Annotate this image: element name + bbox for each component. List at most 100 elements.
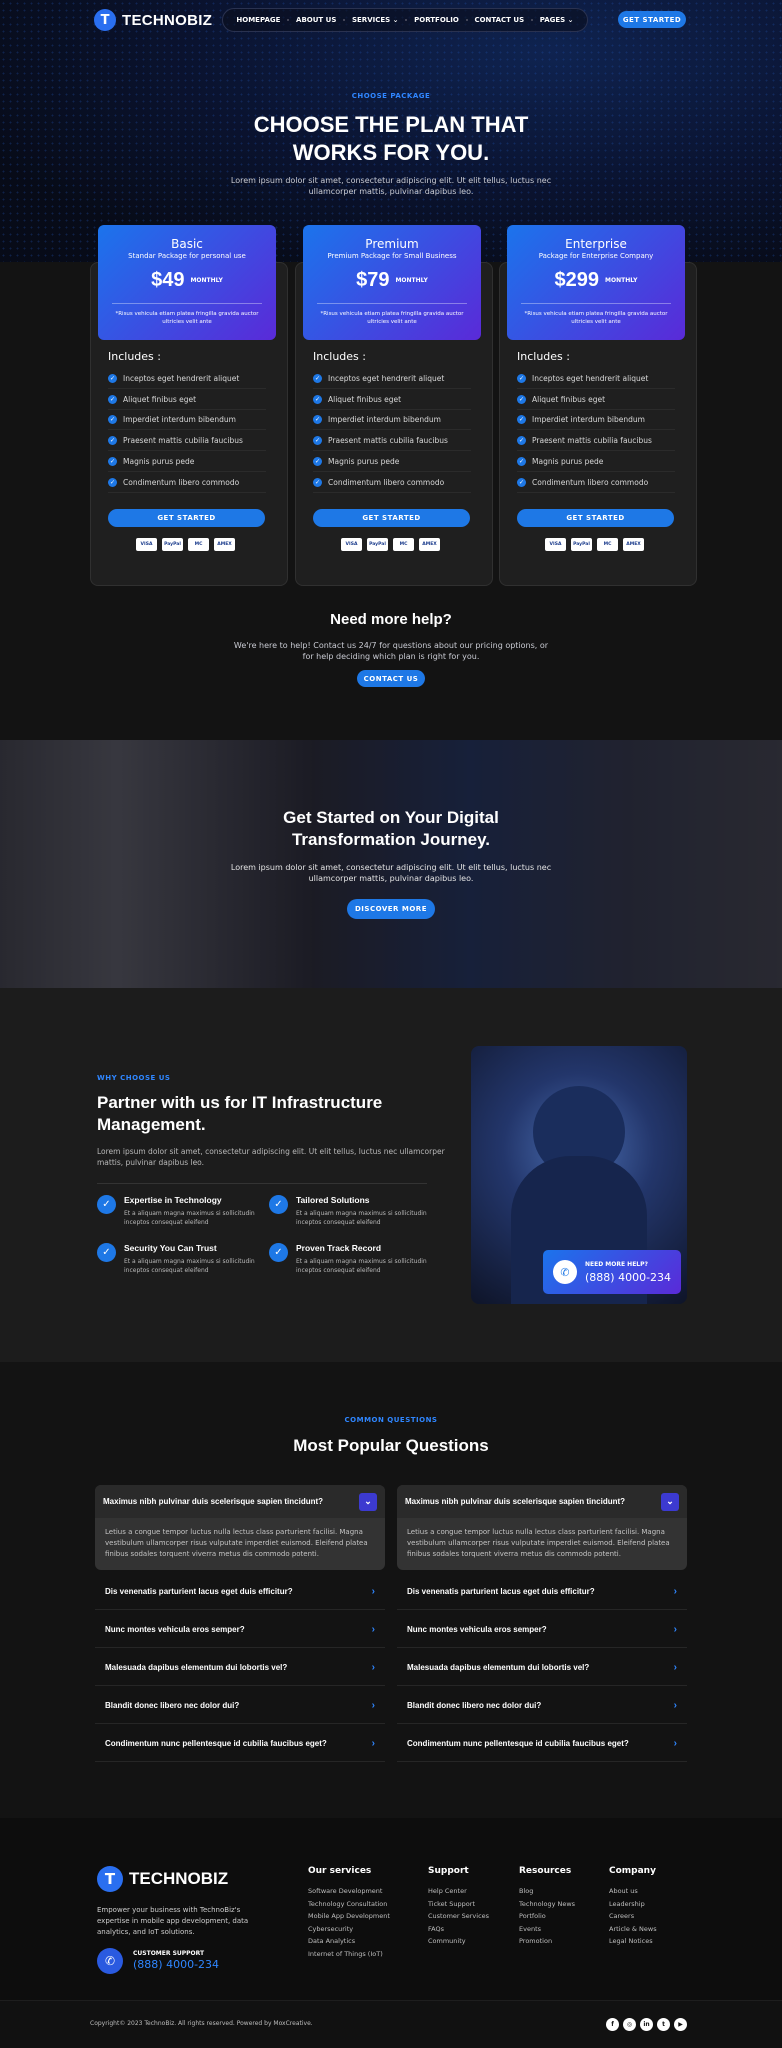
faq-question: Dis venenatis parturient lacus eget duis…: [105, 1586, 293, 1596]
faq-question-text: Maximus nibh pulvinar duis scelerisque s…: [103, 1497, 324, 1506]
footer-link[interactable]: Portfolio: [519, 1912, 546, 1920]
plan-get-started-button[interactable]: GET STARTED: [517, 509, 674, 527]
discover-more-button[interactable]: DISCOVER MORE: [347, 899, 435, 919]
footer-link[interactable]: Community: [428, 1937, 466, 1945]
youtube-icon[interactable]: ▶: [674, 2018, 687, 2031]
chevron-right-icon: ›: [371, 1737, 375, 1749]
faq-answer-line: finibus sodales torquent viverra metus d…: [407, 1550, 621, 1558]
header-get-started-button[interactable]: GET STARTED: [618, 11, 686, 28]
facebook-icon[interactable]: f: [606, 2018, 619, 2031]
nav-about[interactable]: ABOUT US: [296, 16, 336, 24]
footer-link[interactable]: Legal Notices: [609, 1937, 653, 1945]
faq-open-question[interactable]: Maximus nibh pulvinar duis scelerisque s…: [397, 1485, 687, 1518]
faq-item[interactable]: Condimentum nunc pellentesque id cubilia…: [397, 1725, 687, 1762]
feature-label: Magnis purus pede: [532, 456, 604, 466]
feature-label: Praesent mattis cubilia faucibus: [123, 436, 243, 446]
footer-link[interactable]: Leadership: [609, 1900, 645, 1908]
check-icon: ✓: [108, 477, 117, 487]
faq-open-question[interactable]: Maximus nibh pulvinar duis scelerisque s…: [95, 1485, 385, 1518]
faq-item[interactable]: Dis venenatis parturient lacus eget duis…: [95, 1573, 385, 1610]
feature-desc-line2: inceptos consequat eleifend: [296, 1267, 381, 1274]
logo-icon: T: [94, 9, 116, 31]
faq-item[interactable]: Blandit donec libero nec dolor dui? ›: [95, 1687, 385, 1724]
footer-link[interactable]: About us: [609, 1887, 638, 1895]
faq-item[interactable]: Nunc montes vehicula eros semper? ›: [397, 1611, 687, 1648]
feature-item: ✓ Magnis purus pede: [517, 452, 675, 472]
plan-price-value: $49: [151, 269, 185, 291]
footer-about-line2: expertise in mobile app development, dat…: [97, 1917, 249, 1925]
chevron-right-icon: ›: [673, 1699, 677, 1711]
feature-label: Condimentum libero commodo: [123, 477, 240, 487]
footer-link[interactable]: Article & News: [609, 1925, 657, 1933]
copyright: Copyright© 2023 TechnoBiz. All rights re…: [90, 2020, 313, 2027]
faq-question: Nunc montes vehicula eros semper?: [407, 1624, 547, 1634]
footer-link[interactable]: Mobile App Development: [308, 1912, 390, 1920]
feature-desc-line1: Et a aliquam magna maximus si sollicitud…: [124, 1258, 255, 1265]
faq-item[interactable]: Blandit donec libero nec dolor dui? ›: [397, 1687, 687, 1724]
contact-us-button[interactable]: CONTACT US: [357, 670, 425, 687]
chevron-down-icon[interactable]: ⌄: [661, 1492, 679, 1511]
nav-contact[interactable]: CONTACT US: [474, 16, 524, 24]
nav-pages[interactable]: PAGES ⌄: [540, 16, 574, 24]
footer-link[interactable]: Software Development: [308, 1887, 382, 1895]
footer-link[interactable]: Technology Consultation: [308, 1900, 387, 1908]
check-icon: ✓: [313, 477, 322, 487]
payment-icon: MC: [393, 538, 414, 551]
feature-2: ✓ Security You Can Trust Et a aliquam magn…: [97, 1243, 267, 1275]
faq-answer-line: finibus sodales torquent viverra metus d…: [105, 1550, 319, 1558]
twitter-icon[interactable]: t: [657, 2018, 670, 2031]
footer-link[interactable]: Cybersecurity: [308, 1925, 353, 1933]
help-phone-card[interactable]: ✆ NEED MORE HELP? (888) 4000-234: [543, 1250, 681, 1294]
feature-item: ✓ Imperdiet interdum bibendum: [313, 410, 471, 431]
nav-services[interactable]: SERVICES ⌄: [352, 16, 399, 24]
plan-get-started-button[interactable]: GET STARTED: [108, 509, 265, 527]
footer-link[interactable]: Help Center: [428, 1887, 467, 1895]
logo[interactable]: T TECHNOBIZ: [94, 8, 212, 32]
check-icon: ✓: [517, 374, 526, 383]
feature-text: Security You Can Trust Et a aliquam magna…: [124, 1243, 255, 1275]
feature-label: Magnis purus pede: [123, 456, 195, 466]
footer-link[interactable]: Careers: [609, 1912, 634, 1920]
nav-homepage[interactable]: HOMEPAGE: [236, 16, 280, 24]
banner-text-line2: ullamcorper mattis, pulvinar dapibus leo…: [308, 874, 474, 883]
check-icon: ✓: [517, 415, 526, 425]
linkedin-icon[interactable]: in: [640, 2018, 653, 2031]
feature-item: ✓ Aliquet finibus eget: [313, 390, 471, 410]
feature-label: Magnis purus pede: [328, 456, 400, 466]
chevron-down-icon[interactable]: ⌄: [359, 1492, 377, 1511]
faq-open-item[interactable]: Maximus nibh pulvinar duis scelerisque s…: [397, 1485, 687, 1570]
faq-question: Nunc montes vehicula eros semper?: [105, 1624, 245, 1634]
help-text-line1: We're here to help! Contact us 24/7 for …: [233, 641, 549, 650]
footer-link[interactable]: FAQs: [428, 1925, 444, 1933]
faq-item[interactable]: Dis venenatis parturient lacus eget duis…: [397, 1573, 687, 1610]
feature-label: Praesent mattis cubilia faucibus: [532, 436, 652, 446]
footer-link[interactable]: Customer Services: [428, 1912, 489, 1920]
footer-logo[interactable]: T TECHNOBIZ: [97, 1866, 228, 1892]
faq-item[interactable]: Nunc montes vehicula eros semper? ›: [95, 1611, 385, 1648]
footer-link[interactable]: Data Analytics: [308, 1937, 355, 1945]
instagram-icon[interactable]: ◎: [623, 2018, 636, 2031]
footer-link[interactable]: Ticket Support: [428, 1900, 475, 1908]
footer-link[interactable]: Internet of Things (IoT): [308, 1950, 383, 1958]
faq-item[interactable]: Malesuada dapibus elementum dui lobortis…: [95, 1649, 385, 1686]
feature-desc-line2: inceptos consequat eleifend: [124, 1267, 209, 1274]
support-phone-icon: ✆: [97, 1948, 123, 1974]
faq-open-item[interactable]: Maximus nibh pulvinar duis scelerisque s…: [95, 1485, 385, 1570]
footer-link[interactable]: Blog: [519, 1887, 533, 1895]
footer-link[interactable]: Technology News: [519, 1900, 575, 1908]
faq-answer-line: Letius a congue tempor luctus nulla lect…: [105, 1528, 363, 1536]
support-phone[interactable]: (888) 4000-234: [133, 1958, 219, 1971]
feature-item: ✓ Praesent mattis cubilia faucibus: [108, 431, 266, 452]
faq-item[interactable]: Condimentum nunc pellentesque id cubilia…: [95, 1725, 385, 1762]
feature-title: Expertise in Technology: [124, 1195, 222, 1205]
check-icon: ✓: [108, 456, 117, 466]
nav-portfolio[interactable]: PORTFOLIO: [414, 16, 459, 24]
footer-link[interactable]: Promotion: [519, 1937, 552, 1945]
faq-question: Dis venenatis parturient lacus eget duis…: [407, 1586, 595, 1596]
help-title: Need more help?: [330, 611, 452, 628]
footer-link[interactable]: Events: [519, 1925, 541, 1933]
faq-item[interactable]: Malesuada dapibus elementum dui lobortis…: [397, 1649, 687, 1686]
feature-item: ✓ Imperdiet interdum bibendum: [108, 410, 266, 431]
why-title-line2: Management.: [97, 1115, 206, 1134]
plan-get-started-button[interactable]: GET STARTED: [313, 509, 470, 527]
